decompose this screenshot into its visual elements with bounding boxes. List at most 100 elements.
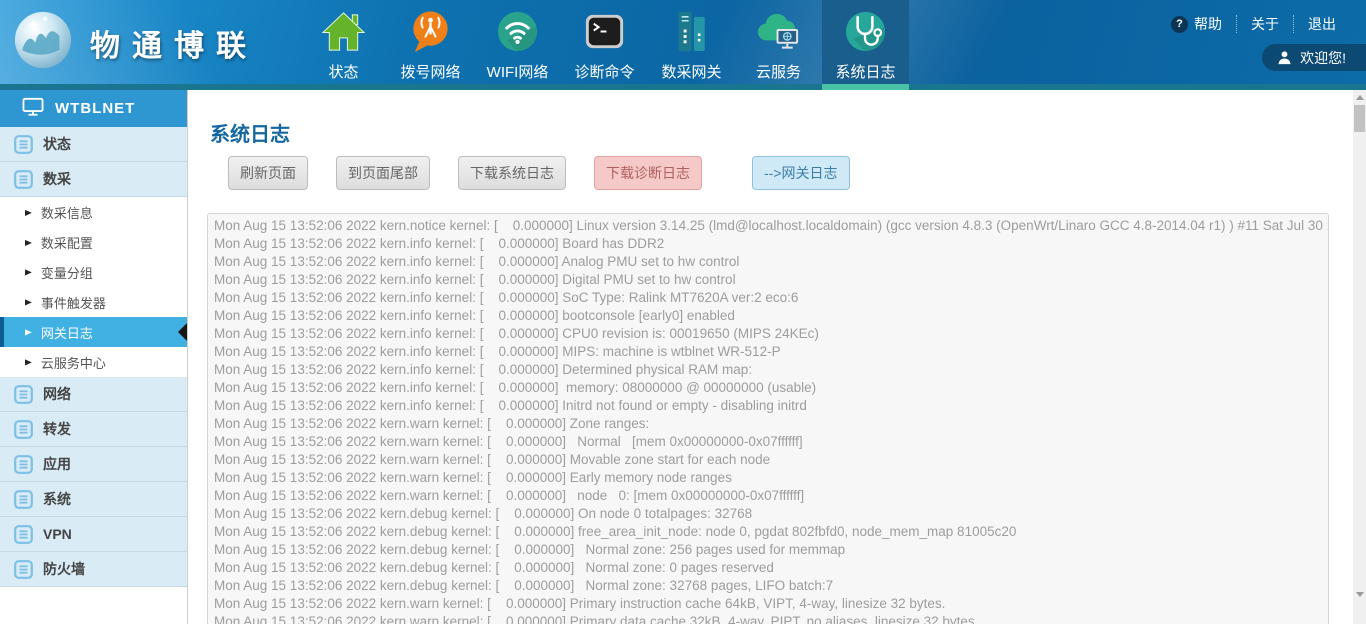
log-line: Mon Aug 15 13:52:06 2022 kern.info kerne… xyxy=(214,379,1328,397)
sidebar-item-forward[interactable]: 转发 xyxy=(0,412,187,447)
sidebar-item-label: 状态 xyxy=(43,134,71,154)
sidebar-item-firewall[interactable]: 防火墙 xyxy=(0,552,187,587)
sidebar-item-label: 应用 xyxy=(43,454,71,474)
sidebar-item-event-trigger[interactable]: ▶ 事件触发器 xyxy=(0,287,187,317)
sidebar-item-daq-info[interactable]: ▶ 数采信息 xyxy=(0,197,187,227)
download-diagnostic-log-button[interactable]: 下载诊断日志 xyxy=(594,156,702,190)
nav-label: 拨号网络 xyxy=(400,61,460,82)
sidebar-device-header: WTBLNET xyxy=(0,90,187,127)
log-line: Mon Aug 15 13:52:06 2022 kern.debug kern… xyxy=(214,577,1328,595)
stethoscope-icon xyxy=(842,8,889,55)
nav-tab-wifi-network[interactable]: WIFI网络 xyxy=(474,0,561,90)
refresh-page-button[interactable]: 刷新页面 xyxy=(228,156,308,190)
wifi-icon xyxy=(494,8,541,55)
log-line: Mon Aug 15 13:52:06 2022 kern.info kerne… xyxy=(214,235,1328,253)
welcome-badge[interactable]: 欢迎您! xyxy=(1262,44,1366,71)
user-icon xyxy=(1277,50,1292,65)
about-link[interactable]: 关于 xyxy=(1236,15,1293,33)
to-page-bottom-button[interactable]: 到页面尾部 xyxy=(336,156,430,190)
scrollbar-up-arrow-icon[interactable] xyxy=(1356,95,1364,100)
nav-tab-system-log[interactable]: 系统日志 xyxy=(822,0,909,90)
sidebar-item-app[interactable]: 应用 xyxy=(0,447,187,482)
log-line: Mon Aug 15 13:52:06 2022 kern.warn kerne… xyxy=(214,415,1328,433)
log-line: Mon Aug 15 13:52:06 2022 kern.info kerne… xyxy=(214,343,1328,361)
nav-tab-dial-network[interactable]: 拨号网络 xyxy=(387,0,474,90)
list-icon xyxy=(14,560,33,579)
list-icon xyxy=(14,135,33,154)
cloud-service-icon xyxy=(755,8,802,55)
sidebar-item-label: 云服务中心 xyxy=(41,353,106,372)
top-header: 物通博联 状态 拨号网络 WIFI网络 诊断命令 数采网关 云服务系统日志 ? 帮助关于退出… xyxy=(0,0,1366,90)
sidebar-menu: 状态数采 ▶ 数采信息 ▶数采配置 ▶ 变量分组 ▶ 事件触发器 ▶ 网关日志 ▶ 云服务中心网络转发… xyxy=(0,127,187,587)
sidebar-item-vpn[interactable]: VPN xyxy=(0,517,187,552)
sidebar-item-gateway-log[interactable]: ▶ 网关日志 xyxy=(0,317,187,347)
header-link-label: 帮助 xyxy=(1194,15,1222,33)
system-log-output[interactable]: Mon Aug 15 13:52:06 2022 kern.notice ker… xyxy=(207,213,1329,624)
welcome-text: 欢迎您! xyxy=(1300,48,1346,68)
nav-tab-daq-gateway[interactable]: 数采网关 xyxy=(648,0,735,90)
log-line: Mon Aug 15 13:52:06 2022 kern.info kerne… xyxy=(214,397,1328,415)
triangle-right-icon: ▶ xyxy=(25,267,32,277)
log-line: Mon Aug 15 13:52:06 2022 kern.debug kern… xyxy=(214,541,1328,559)
sidebar-item-label: 数采 xyxy=(43,169,71,189)
nav-tab-diagnostic[interactable]: 诊断命令 xyxy=(561,0,648,90)
sidebar-item-status[interactable]: 状态 xyxy=(0,127,187,162)
log-line: Mon Aug 15 13:52:06 2022 kern.info kerne… xyxy=(214,307,1328,325)
sidebar-item-daq-config[interactable]: ▶数采配置 xyxy=(0,227,187,257)
sidebar-item-network[interactable]: 网络 xyxy=(0,377,187,412)
help-link[interactable]: ? 帮助 xyxy=(1157,15,1236,33)
triangle-right-icon: ▶ xyxy=(25,327,32,337)
page-scrollbar[interactable] xyxy=(1353,90,1366,624)
globe-logo-icon xyxy=(12,9,74,76)
log-line: Mon Aug 15 13:52:06 2022 kern.info kerne… xyxy=(214,325,1328,343)
nav-label: 诊断命令 xyxy=(574,61,634,82)
goto-gateway-log-button[interactable]: -->网关日志 xyxy=(752,156,850,190)
nav-tab-status[interactable]: 状态 xyxy=(300,0,387,90)
brand-name: 物通博联 xyxy=(90,21,258,65)
brand-logo: 物通博联 xyxy=(12,9,258,76)
sidebar-item-label: 防火墙 xyxy=(43,559,85,579)
sidebar-item-system[interactable]: 系统 xyxy=(0,482,187,517)
sidebar-item-daq[interactable]: 数采 xyxy=(0,162,187,197)
log-line: Mon Aug 15 13:52:06 2022 kern.info kerne… xyxy=(214,253,1328,271)
log-line: Mon Aug 15 13:52:06 2022 kern.notice ker… xyxy=(214,217,1328,235)
triangle-right-icon: ▶ xyxy=(25,357,32,367)
list-icon xyxy=(14,170,33,189)
home-icon xyxy=(320,8,367,55)
top-nav: 状态 拨号网络 WIFI网络 诊断命令 数采网关 云服务系统日志 xyxy=(300,0,909,90)
scrollbar-thumb[interactable] xyxy=(1354,105,1365,132)
nav-label: WIFI网络 xyxy=(487,61,549,82)
sidebar-item-label: 数采配置 xyxy=(41,233,93,252)
sidebar-item-cloud-center[interactable]: ▶ 云服务中心 xyxy=(0,347,187,377)
log-toolbar: 刷新页面到页面尾部下载系统日志下载诊断日志 -->网关日志 xyxy=(228,156,850,190)
device-name: WTBLNET xyxy=(55,100,135,117)
header-links: ? 帮助关于退出 xyxy=(1157,15,1350,33)
sidebar-item-label: 系统 xyxy=(43,489,71,509)
nav-label: 云服务 xyxy=(756,61,801,82)
nav-label: 状态 xyxy=(328,61,358,82)
log-line: Mon Aug 15 13:52:06 2022 kern.info kerne… xyxy=(214,361,1328,379)
triangle-right-icon: ▶ xyxy=(25,297,32,307)
help-icon: ? xyxy=(1171,16,1188,33)
sidebar-item-label: 变量分组 xyxy=(41,263,93,282)
sidebar-item-label: 数采信息 xyxy=(41,203,93,222)
log-line: Mon Aug 15 13:52:06 2022 kern.debug kern… xyxy=(214,523,1328,541)
router-admin-screen: 物通博联 状态 拨号网络 WIFI网络 诊断命令 数采网关 云服务系统日志 ? 帮助关于退出… xyxy=(0,0,1366,624)
log-line: Mon Aug 15 13:52:06 2022 kern.debug kern… xyxy=(214,559,1328,577)
sidebar-item-label: 事件触发器 xyxy=(41,293,106,312)
dial-network-icon xyxy=(407,8,454,55)
download-system-log-button[interactable]: 下载系统日志 xyxy=(458,156,566,190)
nav-tab-cloud-service[interactable]: 云服务 xyxy=(735,0,822,90)
gateway-icon xyxy=(668,8,715,55)
sidebar-item-label: 网关日志 xyxy=(41,323,93,342)
log-line: Mon Aug 15 13:52:06 2022 kern.warn kerne… xyxy=(214,613,1328,624)
logout-link[interactable]: 退出 xyxy=(1293,15,1350,33)
triangle-right-icon: ▶ xyxy=(25,207,32,217)
scrollbar-down-arrow-icon[interactable] xyxy=(1356,592,1364,597)
nav-label: 数采网关 xyxy=(661,61,721,82)
monitor-icon xyxy=(22,97,44,121)
log-line: Mon Aug 15 13:52:06 2022 kern.info kerne… xyxy=(214,271,1328,289)
sidebar-item-var-group[interactable]: ▶ 变量分组 xyxy=(0,257,187,287)
list-icon xyxy=(14,525,33,544)
list-icon xyxy=(14,385,33,404)
